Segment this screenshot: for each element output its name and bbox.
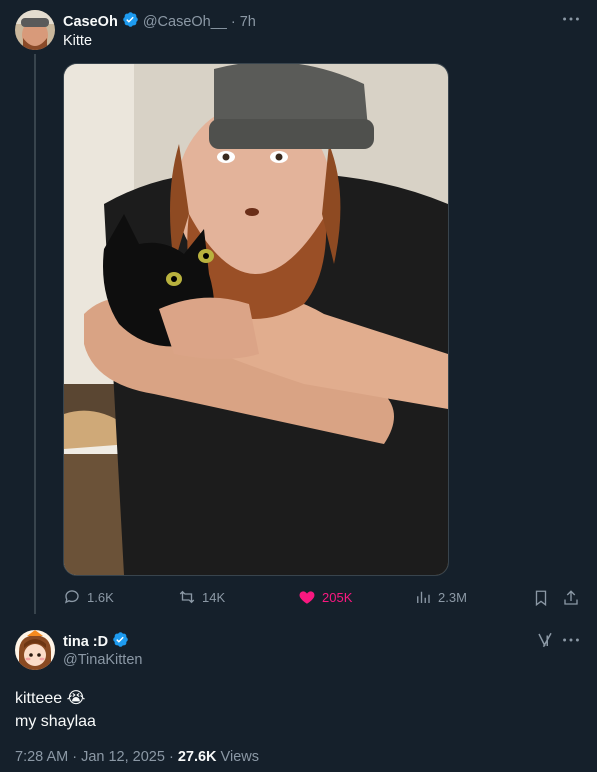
share-icon[interactable] <box>562 589 580 612</box>
reply-icon <box>64 590 79 604</box>
reply-text-line-1: kitteee 😭 <box>15 690 86 707</box>
reply-timestamp[interactable]: 7:28 AM · Jan 12, 2025 · <box>15 749 178 765</box>
more-options-icon[interactable] <box>560 629 582 651</box>
reply-author-handle[interactable]: @TinaKitten <box>63 652 142 668</box>
author-name[interactable]: CaseOh <box>63 14 118 30</box>
views-button[interactable]: 2.3M <box>414 588 467 606</box>
reply-avatar[interactable] <box>15 630 55 670</box>
tweet-photo[interactable] <box>63 63 449 576</box>
thread-line <box>34 54 36 614</box>
grok-icon[interactable] <box>536 631 554 654</box>
views-count: 2.3M <box>438 589 467 605</box>
like-count: 205K <box>322 589 353 605</box>
avatar[interactable] <box>15 10 55 50</box>
more-options-icon[interactable] <box>560 8 582 30</box>
reply-button[interactable]: 1.6K <box>63 588 114 606</box>
reply-author-name[interactable]: tina :D <box>63 634 108 650</box>
author-handle[interactable]: @CaseOh__ <box>143 14 227 30</box>
reply-views-label: Views <box>216 749 259 765</box>
verified-badge-icon <box>112 631 129 653</box>
heart-icon <box>299 591 315 604</box>
retweet-icon <box>179 590 195 604</box>
like-button[interactable]: 205K <box>298 588 352 606</box>
verified-badge-icon <box>122 11 139 32</box>
reply-count: 1.6K <box>87 589 114 605</box>
reply-text-line-2: my shaylaa <box>15 713 96 730</box>
reply-views-count: 27.6K <box>177 749 217 765</box>
analytics-icon <box>417 591 430 603</box>
retweet-button[interactable]: 14K <box>178 588 225 606</box>
tweet-time[interactable]: · 7h <box>231 14 256 30</box>
tweet-text: Kitte <box>63 33 93 49</box>
bookmark-icon[interactable] <box>532 589 550 612</box>
retweet-count: 14K <box>202 589 226 605</box>
